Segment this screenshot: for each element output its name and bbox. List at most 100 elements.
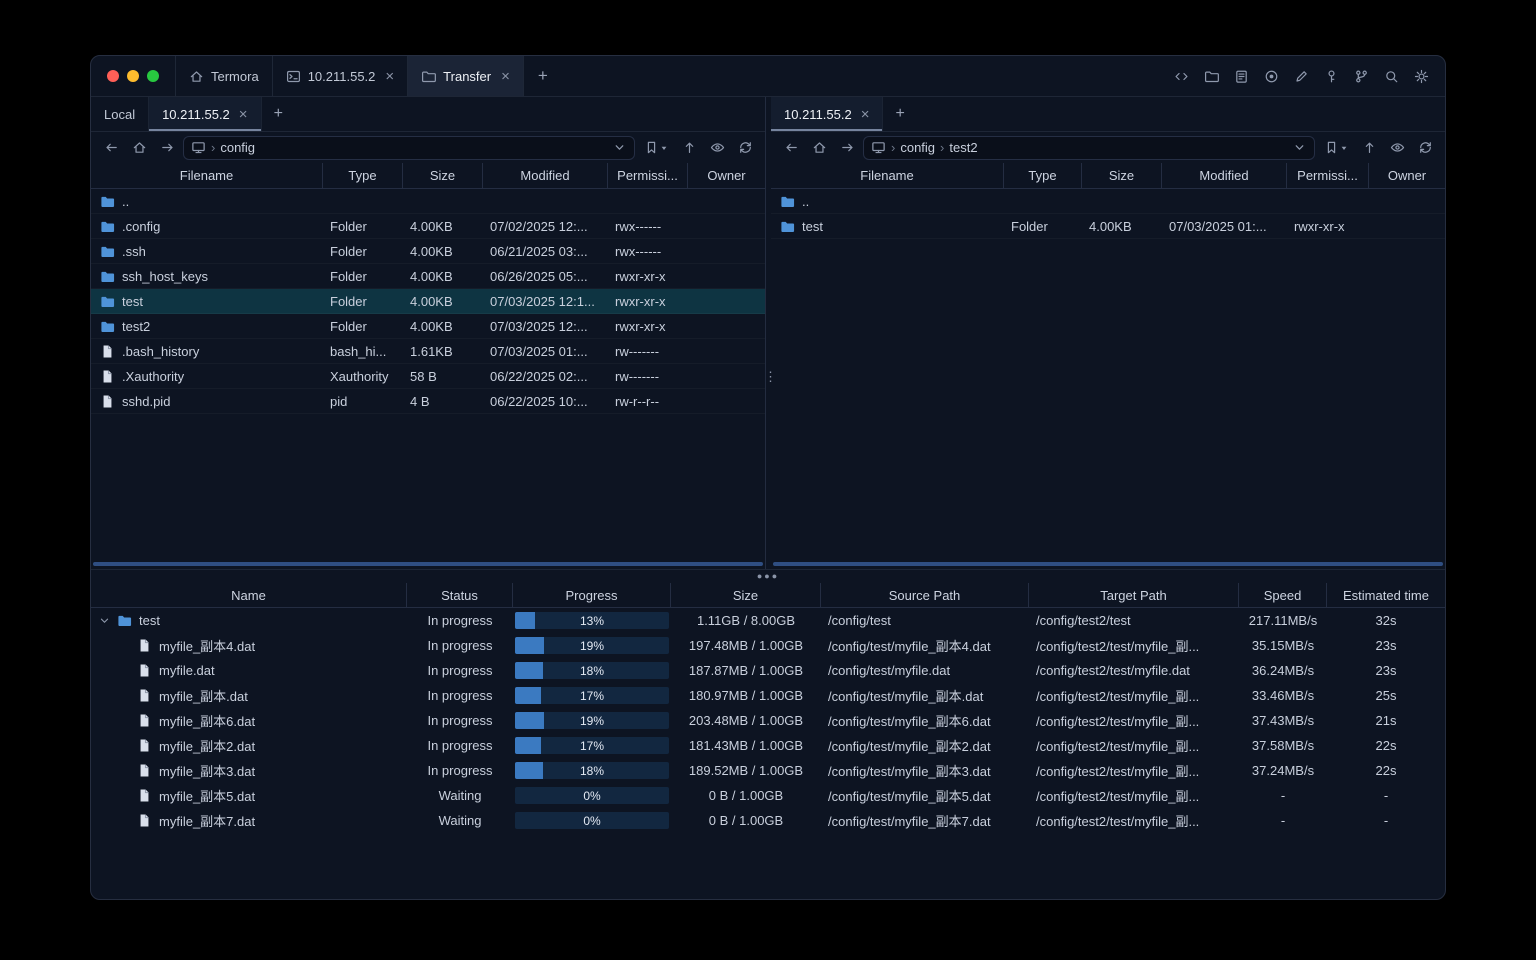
- transfer-row[interactable]: myfile_副本4.dat In progress 19% 197.48MB / 1…: [91, 633, 1445, 658]
- titlebar-tab-10-211-55-2[interactable]: 10.211.55.2 ×: [273, 56, 409, 96]
- folder-outline-button[interactable]: [1199, 64, 1223, 88]
- chevron-down-icon[interactable]: [99, 615, 110, 626]
- forward-button[interactable]: [155, 136, 179, 159]
- close-icon[interactable]: ×: [239, 107, 248, 122]
- path-bar[interactable]: › config: [183, 135, 635, 160]
- close-window-button[interactable]: [107, 70, 119, 82]
- file-row[interactable]: .bash_history bash_hi... 1.61KB 07/03/2025 …: [91, 339, 765, 364]
- file-row[interactable]: sshd.pid pid 4 B 06/22/2025 10:... rw-r--r--: [91, 389, 765, 414]
- breadcrumb-item[interactable]: config: [900, 140, 935, 155]
- home-button[interactable]: [127, 136, 151, 159]
- folder-icon: [100, 194, 115, 209]
- settings-button[interactable]: [1409, 64, 1433, 88]
- transfer-row[interactable]: myfile.dat In progress 18% 187.87MB / 1.00G…: [91, 658, 1445, 683]
- file-row[interactable]: ..: [91, 189, 765, 214]
- filename-cell: ..: [771, 194, 1004, 209]
- column-header-modified[interactable]: Modified: [1162, 163, 1287, 188]
- column-header-name[interactable]: Name: [91, 583, 407, 607]
- refresh-button[interactable]: [733, 136, 757, 159]
- new-window-tab-button[interactable]: +: [524, 56, 562, 96]
- key-button[interactable]: [1319, 64, 1343, 88]
- file-row[interactable]: .config Folder 4.00KB 07/02/2025 12:... rwx-…: [91, 214, 765, 239]
- clipboard-button[interactable]: [1229, 64, 1253, 88]
- column-header-target-path[interactable]: Target Path: [1029, 583, 1239, 607]
- transfer-size: 197.48MB / 1.00GB: [688, 638, 804, 653]
- close-icon[interactable]: ×: [501, 69, 510, 84]
- column-header-size[interactable]: Size: [1082, 163, 1162, 188]
- file-row[interactable]: test Folder 4.00KB 07/03/2025 12:1... rwxr-x…: [91, 289, 765, 314]
- new-tab-button[interactable]: +: [883, 97, 916, 131]
- tab-10-211-55-2[interactable]: 10.211.55.2 ×: [149, 97, 262, 131]
- transfer-size: 189.52MB / 1.00GB: [688, 763, 804, 778]
- show-hidden-button[interactable]: [1385, 136, 1409, 159]
- file-row[interactable]: ..: [771, 189, 1445, 214]
- edit-button[interactable]: [1289, 64, 1313, 88]
- transfer-list: Name Status Progress Size Source Path Target …: [91, 583, 1445, 899]
- file-row[interactable]: .ssh Folder 4.00KB 06/21/2025 03:... rwx----…: [91, 239, 765, 264]
- column-header-estimated-time[interactable]: Estimated time: [1327, 583, 1445, 607]
- column-header-filename[interactable]: Filename: [91, 163, 323, 188]
- transfer-row[interactable]: myfile_副本3.dat In progress 18% 189.52MB / 1…: [91, 758, 1445, 783]
- column-header-size[interactable]: Size: [671, 583, 821, 607]
- column-header-source-path[interactable]: Source Path: [821, 583, 1029, 607]
- transfer-row[interactable]: myfile_副本6.dat In progress 19% 203.48MB / 1…: [91, 708, 1445, 733]
- show-hidden-button[interactable]: [705, 136, 729, 159]
- column-header-size[interactable]: Size: [403, 163, 483, 188]
- transfer-status: In progress: [427, 663, 493, 678]
- minimize-window-button[interactable]: [127, 70, 139, 82]
- transfer-row[interactable]: myfile_副本.dat In progress 17% 180.97MB / 1.…: [91, 683, 1445, 708]
- bookmark-button[interactable]: [1319, 136, 1353, 159]
- tab-local[interactable]: Local: [91, 97, 150, 131]
- bookmark-button[interactable]: [639, 136, 673, 159]
- code-button[interactable]: [1169, 64, 1193, 88]
- horizontal-scrollbar[interactable]: [773, 562, 1443, 566]
- chevron-down-icon[interactable]: [1292, 140, 1307, 155]
- horizontal-splitter[interactable]: ●●●: [91, 570, 1445, 583]
- path-bar[interactable]: › config › test2: [863, 135, 1315, 160]
- transfer-file-name: myfile_副本7.dat: [159, 814, 256, 829]
- close-icon[interactable]: ×: [861, 107, 870, 122]
- record-button[interactable]: [1259, 64, 1283, 88]
- search-button[interactable]: [1379, 64, 1403, 88]
- up-button[interactable]: [1357, 136, 1381, 159]
- close-icon[interactable]: ×: [385, 69, 394, 84]
- column-header-owner[interactable]: Owner: [688, 163, 765, 188]
- column-header-owner[interactable]: Owner: [1369, 163, 1445, 188]
- horizontal-scrollbar[interactable]: [93, 562, 763, 566]
- progress-percent: 17%: [579, 738, 605, 753]
- forward-button[interactable]: [835, 136, 859, 159]
- column-header-progress[interactable]: Progress: [513, 583, 671, 607]
- column-header-type[interactable]: Type: [1004, 163, 1082, 188]
- breadcrumb-item[interactable]: config: [220, 140, 255, 155]
- back-button[interactable]: [99, 136, 123, 159]
- column-header-speed[interactable]: Speed: [1239, 583, 1327, 607]
- transfer-row[interactable]: myfile_副本5.dat Waiting 0% 0 B / 1.00GB/conf…: [91, 783, 1445, 808]
- tab-10-211-55-2[interactable]: 10.211.55.2 ×: [771, 97, 884, 131]
- up-button[interactable]: [677, 136, 701, 159]
- file-row[interactable]: ssh_host_keys Folder 4.00KB 06/26/2025 05:.…: [91, 264, 765, 289]
- file-row[interactable]: test Folder 4.00KB 07/03/2025 01:... rwxr-xr…: [771, 214, 1445, 239]
- column-header-modified[interactable]: Modified: [483, 163, 608, 188]
- breadcrumb-item[interactable]: test2: [949, 140, 977, 155]
- titlebar-tab-transfer[interactable]: Transfer ×: [408, 56, 524, 96]
- back-button[interactable]: [779, 136, 803, 159]
- branch-button[interactable]: [1349, 64, 1373, 88]
- column-header-type[interactable]: Type: [323, 163, 403, 188]
- column-header-status[interactable]: Status: [407, 583, 513, 607]
- file-row[interactable]: .Xauthority Xauthority 58 B 06/22/2025 02:.…: [91, 364, 765, 389]
- refresh-button[interactable]: [1413, 136, 1437, 159]
- transfer-row[interactable]: test In progress 13% 1.11GB / 8.00GB/config…: [91, 608, 1445, 633]
- column-header-filename[interactable]: Filename: [771, 163, 1004, 188]
- column-header-permissi[interactable]: Permissi...: [1287, 163, 1369, 188]
- file-name: ..: [122, 193, 130, 209]
- chevron-down-icon[interactable]: [612, 140, 627, 155]
- transfer-row[interactable]: myfile_副本2.dat In progress 17% 181.43MB / 1…: [91, 733, 1445, 758]
- vertical-splitter[interactable]: ⋮: [764, 97, 777, 569]
- new-tab-button[interactable]: +: [262, 97, 295, 131]
- transfer-row[interactable]: myfile_副本7.dat Waiting 0% 0 B / 1.00GB/conf…: [91, 808, 1445, 833]
- titlebar-tab-termora[interactable]: Termora: [176, 56, 273, 96]
- column-header-permissi[interactable]: Permissi...: [608, 163, 688, 188]
- zoom-window-button[interactable]: [147, 70, 159, 82]
- file-row[interactable]: test2 Folder 4.00KB 07/03/2025 12:... rwxr-x…: [91, 314, 765, 339]
- home-button[interactable]: [807, 136, 831, 159]
